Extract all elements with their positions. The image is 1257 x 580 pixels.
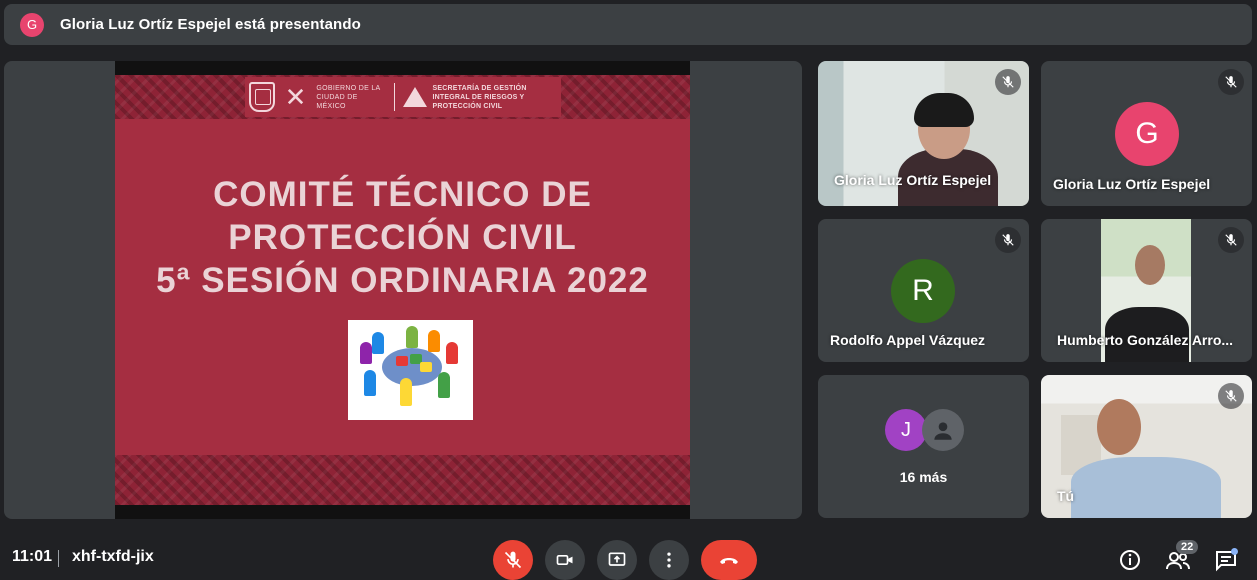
more-options-button[interactable]: [649, 540, 689, 580]
participant-name: Humberto González Arro...: [1057, 332, 1234, 348]
mic-off-icon: [995, 69, 1021, 95]
unread-indicator: [1231, 548, 1238, 555]
presentation-slide: ✕ GOBIERNO DE LA CIUDAD DE MÉXICO SECRET…: [115, 61, 690, 519]
slide-title-line1: COMITÉ TÉCNICO DE: [213, 175, 592, 214]
proteccion-civil-triangle-icon: [402, 87, 427, 107]
person-figure-icon: [360, 342, 372, 364]
people-button[interactable]: 22: [1164, 540, 1199, 574]
presentation-tile[interactable]: ✕ GOBIERNO DE LA CIUDAD DE MÉXICO SECRET…: [4, 61, 802, 519]
slide-logo-band: ✕ GOBIERNO DE LA CIUDAD DE MÉXICO SECRET…: [245, 77, 561, 117]
participant-tile[interactable]: G Gloria Luz Ortíz Espejel: [1041, 61, 1252, 206]
person-figure-icon: [406, 326, 418, 348]
participant-face: [1097, 399, 1141, 455]
hang-up-phone-icon: [720, 558, 738, 564]
person-figure-icon: [372, 332, 384, 354]
person-figure-icon: [446, 342, 458, 364]
participant-name: Gloria Luz Ortíz Espejel: [834, 172, 992, 188]
camera-toggle-button[interactable]: [545, 540, 585, 580]
slide-title: COMITÉ TÉCNICO DE PROTECCIÓN CIVIL 5ª SE…: [115, 173, 690, 302]
chat-button[interactable]: [1212, 546, 1240, 574]
meeting-code: xhf-txfd-jix: [72, 548, 154, 565]
logo-divider: [393, 83, 395, 111]
more-participants-label: 16 más: [899, 469, 948, 485]
puzzle-piece-icon: [420, 362, 432, 372]
more-participants-tile[interactable]: J 16 más: [818, 375, 1029, 518]
presenter-avatar: G: [20, 12, 44, 37]
people-count-badge: 22: [1176, 540, 1199, 554]
logo-secretaria-text: SECRETARÍA DE GESTIÓN INTEGRAL DE RIESGO…: [432, 84, 527, 110]
participant-tile[interactable]: Humberto González Arro...: [1041, 219, 1252, 362]
mic-off-icon: [995, 227, 1021, 253]
participant-avatar: J: [885, 409, 927, 451]
info-icon: [1120, 550, 1140, 570]
bottom-toolbar: 11:01 xhf-txfd-jix 22: [0, 536, 1257, 580]
present-screen-button[interactable]: [597, 540, 637, 580]
video-camera-icon: [556, 555, 573, 565]
default-user-avatar-icon: [922, 409, 964, 451]
slide-title-line2: PROTECCIÓN CIVIL: [228, 218, 577, 257]
mic-off-icon: [504, 551, 522, 569]
meeting-details-button[interactable]: [1116, 546, 1144, 574]
logo-gobierno-text: GOBIERNO DE LA CIUDAD DE MÉXICO: [316, 84, 381, 110]
mic-off-icon: [1218, 69, 1244, 95]
present-screen-icon: [608, 552, 626, 566]
presenting-text: Gloria Luz Ortíz Espejel está presentand…: [60, 16, 361, 33]
meeting-clock: 11:01: [12, 548, 53, 565]
self-participant-tile[interactable]: Tú: [1041, 375, 1252, 518]
participant-tile[interactable]: Gloria Luz Ortíz Espejel: [818, 61, 1029, 206]
participant-name: Gloria Luz Ortíz Espejel: [1053, 176, 1211, 192]
slide-title-line3: 5ª SESIÓN ORDINARIA 2022: [156, 261, 649, 300]
participant-name: Rodolfo Appel Vázquez: [830, 332, 986, 348]
person-figure-icon: [438, 372, 450, 398]
slide-top-border: [115, 61, 690, 75]
mic-off-icon: [1218, 227, 1244, 253]
meeting-table-illustration: [348, 320, 473, 420]
person-figure-icon: [428, 330, 440, 352]
cdmx-shield-icon: [249, 82, 275, 112]
participant-tile[interactable]: R Rodolfo Appel Vázquez: [818, 219, 1029, 362]
microphone-toggle-button[interactable]: [493, 540, 533, 580]
participant-avatar: R: [891, 259, 955, 323]
more-vertical-icon: [667, 552, 671, 568]
slide-pattern-bottom: [115, 455, 690, 505]
participant-body: [1071, 457, 1221, 518]
person-figure-icon: [400, 378, 412, 406]
participant-avatar: G: [1115, 102, 1179, 166]
puzzle-piece-icon: [396, 356, 408, 366]
participant-name: Tú: [1057, 488, 1075, 504]
end-call-button[interactable]: [701, 540, 757, 580]
person-figure-icon: [364, 370, 376, 396]
participant-face: [1135, 245, 1165, 285]
presenting-banner: G Gloria Luz Ortíz Espejel está presenta…: [4, 4, 1252, 45]
mic-off-icon: [1218, 383, 1244, 409]
cdmx-x-logo-icon: ✕: [284, 82, 307, 112]
participant-hair: [914, 93, 974, 127]
toolbar-divider: [58, 550, 59, 567]
slide-bottom-border: [115, 505, 690, 519]
